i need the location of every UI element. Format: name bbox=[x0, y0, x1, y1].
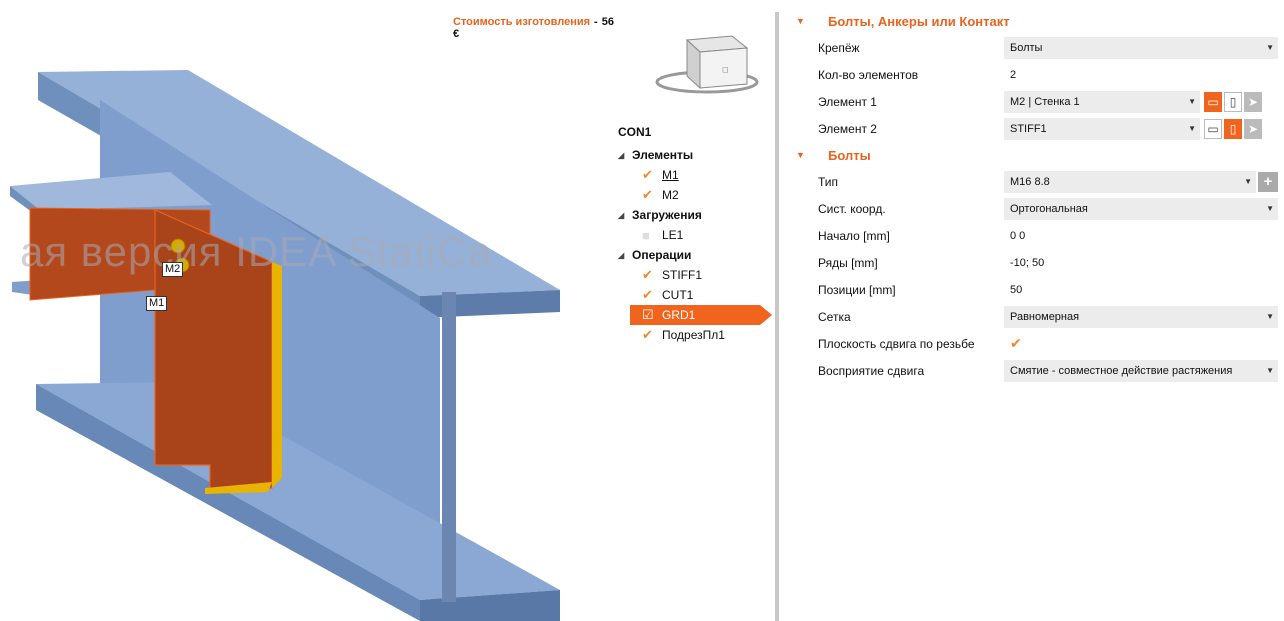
check-icon: ✔ bbox=[642, 327, 653, 342]
watermark: ая версия IDEA StatiCa bbox=[20, 228, 493, 275]
grid-label: Сетка bbox=[818, 309, 851, 324]
collapse-icon: ▼ bbox=[796, 16, 805, 26]
count-label: Кол-во элементов bbox=[818, 67, 919, 82]
shear-plane-checkbox[interactable]: ✔ bbox=[1004, 335, 1022, 352]
tree-item-cut1[interactable]: ✔ CUT1 bbox=[618, 285, 778, 305]
label-m2: M2 bbox=[162, 262, 184, 277]
check-icon: ✔ bbox=[642, 167, 653, 182]
fastener-select[interactable]: Болты bbox=[1004, 36, 1278, 59]
checkbox-empty-icon: ■ bbox=[642, 227, 650, 243]
model-drawing bbox=[10, 70, 560, 621]
count-value[interactable]: 2 bbox=[1004, 69, 1016, 81]
tree-group-operations[interactable]: ◢ Операции bbox=[618, 245, 778, 265]
element2-select[interactable]: STIFF1 bbox=[1004, 117, 1200, 140]
tree-root[interactable]: CON1 bbox=[618, 125, 778, 139]
web-select-icon[interactable]: ▯ bbox=[1224, 91, 1242, 112]
tree-group-loads[interactable]: ◢ Загружения bbox=[618, 205, 778, 225]
view-cube-icon[interactable]: ◻ bbox=[652, 30, 762, 100]
check-icon: ✔ bbox=[642, 267, 653, 282]
label-m1: M1 bbox=[146, 296, 168, 311]
web-select-icon[interactable]: ▯ bbox=[1224, 118, 1242, 139]
rows-value[interactable]: -10; 50 bbox=[1004, 257, 1044, 269]
rows-label: Ряды [mm] bbox=[818, 255, 878, 270]
project-tree: CON1 ◢ Элементы ✔ M1 ✔ M2 ◢ Загружения ■ LE1 … bbox=[618, 125, 778, 345]
add-icon[interactable]: + bbox=[1258, 171, 1278, 192]
stiffener bbox=[442, 292, 456, 602]
bolt-type-select[interactable]: M16 8.8 bbox=[1004, 170, 1256, 193]
shear-transfer-select[interactable]: Смятие - совместное действие растяжения bbox=[1004, 359, 1278, 382]
positions-value[interactable]: 50 bbox=[1004, 284, 1022, 296]
tree-group-members[interactable]: ◢ Элементы bbox=[618, 145, 778, 165]
pick-cursor-icon[interactable]: ➤ bbox=[1244, 91, 1262, 112]
coord-label: Сист. коорд. bbox=[818, 201, 886, 216]
flange-select-icon[interactable]: ▭ bbox=[1204, 91, 1222, 112]
flange-select-icon[interactable]: ▭ bbox=[1204, 118, 1222, 139]
panel-splitter[interactable] bbox=[775, 12, 779, 621]
tree-item-cutplate1[interactable]: ✔ ПодрезПл1 bbox=[618, 325, 778, 345]
tree-item-m1[interactable]: ✔ M1 bbox=[618, 165, 778, 185]
tree-item-le1[interactable]: ■ LE1 bbox=[618, 225, 778, 245]
element2-label: Элемент 2 bbox=[818, 121, 877, 136]
start-value[interactable]: 0 0 bbox=[1004, 230, 1025, 242]
element1-label: Элемент 1 bbox=[818, 94, 877, 109]
3d-viewport[interactable]: ая версия IDEA StatiCa M2 M1 Стоимость и… bbox=[0, 0, 620, 621]
shear-transfer-label: Восприятие сдвига bbox=[818, 363, 925, 378]
properties-panel: ▼Болты, Анкеры или Контакт Крепёж Болты К… bbox=[796, 8, 1284, 384]
bolt-type-label: Тип bbox=[818, 174, 839, 189]
shear-plane-label: Плоскость сдвига по резьбе bbox=[818, 336, 975, 351]
grid-select[interactable]: Равномерная bbox=[1004, 305, 1278, 328]
checkbox-checked-icon: ☑ bbox=[642, 307, 654, 322]
tree-item-grd1[interactable]: ☑ GRD1 bbox=[630, 305, 772, 325]
positions-label: Позиции [mm] bbox=[818, 282, 896, 297]
check-icon: ✔ bbox=[642, 287, 653, 302]
tree-item-m2[interactable]: ✔ M2 bbox=[618, 185, 778, 205]
collapse-icon: ▼ bbox=[796, 150, 805, 160]
svg-text:◻: ◻ bbox=[722, 65, 729, 74]
check-icon: ✔ bbox=[642, 187, 653, 202]
pick-cursor-icon[interactable]: ➤ bbox=[1244, 118, 1262, 139]
weld-vertical bbox=[272, 262, 282, 488]
section-bolts[interactable]: ▼ Болты bbox=[796, 142, 1284, 168]
fastener-label: Крепёж bbox=[818, 40, 860, 55]
section-bolts-anchors-contact[interactable]: ▼ Болты, Анкеры или Контакт bbox=[796, 8, 1284, 34]
start-label: Начало [mm] bbox=[818, 228, 890, 243]
coord-select[interactable]: Ортогональная bbox=[1004, 197, 1278, 220]
element1-select[interactable]: M2 | Стенка 1 bbox=[1004, 90, 1200, 113]
fabrication-cost: Стоимость изготовления -56 € bbox=[453, 16, 614, 40]
tree-item-stiff1[interactable]: ✔ STIFF1 bbox=[618, 265, 778, 285]
